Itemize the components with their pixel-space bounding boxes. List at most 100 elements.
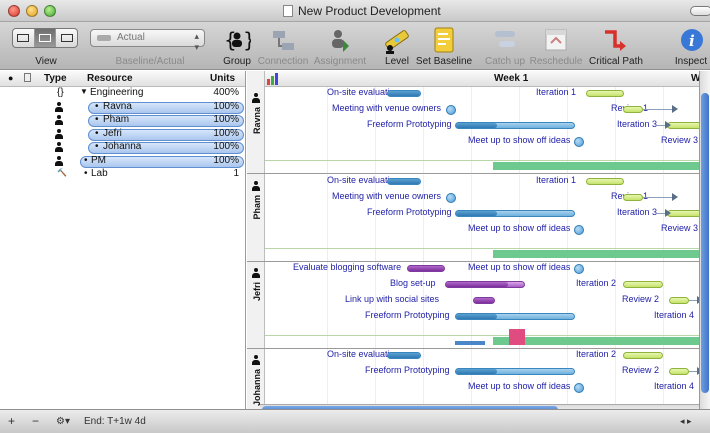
task-label[interactable]: Iteration 4 <box>654 381 694 391</box>
milestone-marker[interactable] <box>574 264 584 274</box>
resource-units[interactable]: 100% <box>213 101 239 112</box>
timescale-icon[interactable] <box>267 73 281 85</box>
connection-icon[interactable] <box>270 26 298 54</box>
close-window-button[interactable] <box>8 5 20 17</box>
reschedule-icon[interactable] <box>542 26 570 54</box>
resource-name[interactable]: Jefri <box>103 128 122 139</box>
milestone-marker[interactable] <box>574 225 584 235</box>
connection-button-label[interactable]: Connection <box>255 56 311 67</box>
group-icon[interactable]: { } <box>223 26 251 54</box>
milestone-marker[interactable] <box>574 137 584 147</box>
task-label[interactable]: Iteration 2 <box>576 349 616 359</box>
resource-units[interactable]: 1 <box>233 168 239 179</box>
task-bar[interactable] <box>407 265 445 272</box>
task-label[interactable]: Review 2 <box>622 365 659 375</box>
task-label[interactable]: Iteration 1 <box>536 87 576 97</box>
task-bar[interactable] <box>667 210 699 217</box>
status-column-icon[interactable] <box>24 73 31 82</box>
task-label[interactable]: Iteration 2 <box>576 278 616 288</box>
task-bar[interactable] <box>623 106 643 113</box>
inspect-icon[interactable]: i <box>678 26 706 54</box>
task-label[interactable]: Meet up to show off ideas <box>468 262 570 272</box>
level-icon[interactable] <box>383 26 411 54</box>
task-label[interactable]: Review 3 <box>661 135 698 145</box>
task-label[interactable]: Iteration 1 <box>536 175 576 185</box>
view-gantt-button[interactable] <box>13 29 35 47</box>
task-bar[interactable] <box>623 352 663 359</box>
resource-units[interactable]: 100% <box>213 141 239 152</box>
task-bar[interactable] <box>387 90 421 97</box>
vertical-scrollbar[interactable] <box>699 71 710 409</box>
task-label[interactable]: Meeting with venue owners <box>332 103 441 113</box>
outline-row[interactable]: • PM 100% <box>0 155 245 169</box>
inspect-button-label[interactable]: Inspect <box>672 56 710 67</box>
outline-row[interactable]: • Johanna 100% <box>0 141 245 155</box>
catch-up-icon[interactable] <box>491 26 519 54</box>
set-baseline-button-label[interactable]: Set Baseline <box>414 56 474 67</box>
task-bar[interactable] <box>586 178 624 185</box>
task-label[interactable]: Evaluate blogging software <box>293 262 401 272</box>
outline-row[interactable]: 🔨 • Lab 1 <box>0 168 245 182</box>
task-bar[interactable] <box>387 352 421 359</box>
resource-name[interactable]: Johanna <box>103 141 141 152</box>
remove-resource-button[interactable]: − <box>32 414 39 428</box>
task-label[interactable]: Blog set-up <box>390 278 436 288</box>
add-resource-button[interactable]: + <box>8 414 15 428</box>
task-label[interactable]: Meet up to show off ideas <box>468 135 570 145</box>
task-label[interactable]: Review 3 <box>661 223 698 233</box>
action-menu-button[interactable]: ⚙▾ <box>56 416 70 427</box>
group-button-label[interactable]: Group <box>217 56 257 67</box>
scroll-arrows-icon[interactable]: ◂ ▸ <box>680 416 692 427</box>
resource-name[interactable]: Ravna <box>103 101 132 112</box>
task-label[interactable]: Meet up to show off ideas <box>468 381 570 391</box>
task-bar[interactable] <box>455 313 575 320</box>
resource-name[interactable]: Engineering <box>90 87 143 98</box>
resource-units[interactable]: 100% <box>213 114 239 125</box>
task-bar[interactable] <box>667 122 699 129</box>
task-bar[interactable] <box>669 297 689 304</box>
baseline-actual-popup[interactable]: Actual ▴ ▾ <box>90 29 205 52</box>
task-label[interactable]: Freeform Prototyping <box>365 310 450 320</box>
critical-path-icon[interactable] <box>600 26 628 54</box>
resource-name[interactable]: Lab <box>91 168 108 179</box>
task-label[interactable]: Iteration 3 <box>617 119 657 129</box>
assignment-button-label[interactable]: Assignment <box>313 56 367 67</box>
level-button-label[interactable]: Level <box>380 56 414 67</box>
resource-units[interactable]: 400% <box>213 87 239 98</box>
reschedule-button-label[interactable]: Reschedule <box>528 56 584 67</box>
resource-name[interactable]: PM <box>91 155 106 166</box>
task-label[interactable]: Review 2 <box>622 294 659 304</box>
task-bar[interactable] <box>623 194 643 201</box>
catch-up-button-label[interactable]: Catch up <box>484 56 526 67</box>
critical-path-button-label[interactable]: Critical Path <box>585 56 647 67</box>
task-label[interactable]: Meet up to show off ideas <box>468 223 570 233</box>
toolbar-toggle-button[interactable] <box>690 6 710 16</box>
minimize-window-button[interactable] <box>26 5 38 17</box>
outline-row[interactable]: • Pham 100% <box>0 114 245 128</box>
task-bar[interactable] <box>455 122 575 129</box>
assignment-icon[interactable] <box>326 26 354 54</box>
task-bar[interactable] <box>387 178 421 185</box>
task-label[interactable]: Iteration 3 <box>617 207 657 217</box>
outline-row[interactable]: {} ▼ Engineering 400% <box>0 87 245 101</box>
zoom-window-button[interactable] <box>44 5 56 17</box>
task-bar[interactable] <box>669 368 689 375</box>
task-bar[interactable] <box>586 90 624 97</box>
resource-column-header[interactable]: Resource <box>87 73 133 84</box>
task-bar[interactable] <box>623 281 663 288</box>
outline-row[interactable]: • Jefri 100% <box>0 128 245 142</box>
task-bar[interactable] <box>445 281 525 288</box>
disclosure-triangle-icon[interactable]: ▼ <box>80 87 88 96</box>
task-label[interactable]: Freeform Prototyping <box>365 365 450 375</box>
resource-units[interactable]: 100% <box>213 155 239 166</box>
task-label[interactable]: Freeform Prototyping <box>367 207 452 217</box>
notes-column-icon[interactable]: ● <box>8 73 13 83</box>
type-column-header[interactable]: Type <box>44 73 67 84</box>
view-calendar-button[interactable] <box>56 29 77 47</box>
task-label[interactable]: Freeform Prototyping <box>367 119 452 129</box>
units-column-header[interactable]: Units <box>210 73 235 84</box>
task-label[interactable]: Link up with social sites <box>345 294 439 304</box>
view-segmented-control[interactable] <box>12 28 78 48</box>
resource-name[interactable]: Pham <box>103 114 129 125</box>
task-label[interactable]: Iteration 4 <box>654 310 694 320</box>
